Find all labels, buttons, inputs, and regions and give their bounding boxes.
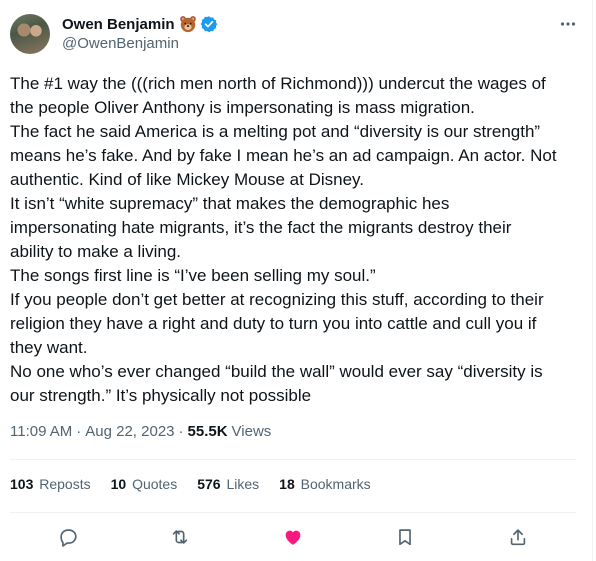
repost-icon: [172, 530, 188, 544]
author-display-name[interactable]: Owen Benjamin: [62, 16, 175, 33]
bookmarks-label: Bookmarks: [300, 476, 371, 492]
avatar[interactable]: [10, 14, 50, 54]
verified-badge-icon[interactable]: [200, 15, 218, 33]
bear-face-icon: [179, 16, 196, 33]
bookmark-icon: [399, 529, 411, 546]
views-label: Views: [231, 423, 272, 440]
tweet-line: religion they have a right and duty to t…: [10, 314, 537, 333]
tweet-line: The songs first line is “I’ve been selli…: [10, 266, 376, 285]
tweet-line: The #1 way the (((rich men north of Rich…: [10, 74, 546, 93]
tweet-time[interactable]: 11:09 AM: [10, 423, 72, 440]
bookmarks-stat[interactable]: 18 Bookmarks: [279, 476, 371, 492]
divider: [10, 512, 576, 513]
quotes-stat[interactable]: 10 Quotes: [111, 476, 178, 492]
tweet-meta: 11:09 AM · Aug 22, 2023 · 55.5K Views: [10, 423, 271, 440]
tweet-line: If you people don’t get better at recogn…: [10, 290, 544, 309]
reply-icon: [60, 529, 77, 547]
tweet-text: The #1 way the (((rich men north of Rich…: [10, 72, 582, 408]
reply-button[interactable]: [55, 524, 81, 550]
share-button[interactable]: [505, 524, 531, 550]
meta-separator: ·: [178, 423, 184, 440]
repost-button[interactable]: [167, 524, 193, 550]
column-border: [592, 0, 593, 561]
reposts-stat[interactable]: 103 Reposts: [10, 476, 91, 492]
views-count: 55.5K: [187, 423, 228, 440]
heart-filled-icon: [285, 530, 301, 545]
tweet-line: authentic. Kind of like Mickey Mouse at …: [10, 170, 365, 189]
reposts-label: Reposts: [39, 476, 91, 492]
tweet-line: No one who’s ever changed “build the wal…: [10, 362, 543, 381]
tweet-header: Owen Benjamin @OwenBenjamin: [10, 12, 580, 56]
author-name-row: Owen Benjamin: [62, 14, 218, 34]
engagement-stats: 103 Reposts 10 Quotes 576 Likes 18 Bookm…: [10, 476, 391, 492]
quotes-count: 10: [110, 476, 127, 492]
tweet-line: It isn’t “white supremacy” that makes th…: [10, 194, 450, 213]
tweet-line: ability to make a living.: [10, 242, 182, 261]
divider: [10, 459, 576, 460]
tweet-line: The fact he said America is a melting po…: [10, 122, 541, 141]
tweet-line: impersonating hate migrants, it’s the fa…: [10, 218, 512, 237]
tweet-date[interactable]: Aug 22, 2023: [85, 423, 174, 440]
tweet-line: the people Oliver Anthony is impersonati…: [10, 98, 475, 117]
likes-stat[interactable]: 576 Likes: [197, 476, 259, 492]
reposts-count: 103: [10, 476, 34, 492]
like-button[interactable]: [280, 524, 306, 550]
likes-label: Likes: [226, 476, 260, 492]
bookmarks-count: 18: [279, 476, 295, 492]
tweet-line: they want.: [10, 338, 88, 357]
likes-count: 576: [197, 476, 221, 492]
more-dots-icon: [560, 22, 576, 26]
quotes-label: Quotes: [132, 476, 178, 492]
action-bar: [10, 522, 576, 552]
tweet-line: our strength.” It’s physically not possi…: [10, 386, 312, 405]
bookmark-button[interactable]: [392, 524, 418, 550]
author-handle[interactable]: @OwenBenjamin: [62, 35, 179, 52]
share-icon: [510, 529, 526, 546]
tweet-line: means he’s fake. And by fake I mean he’s…: [10, 146, 557, 165]
meta-separator: ·: [76, 423, 82, 440]
more-options-button[interactable]: [556, 12, 580, 36]
